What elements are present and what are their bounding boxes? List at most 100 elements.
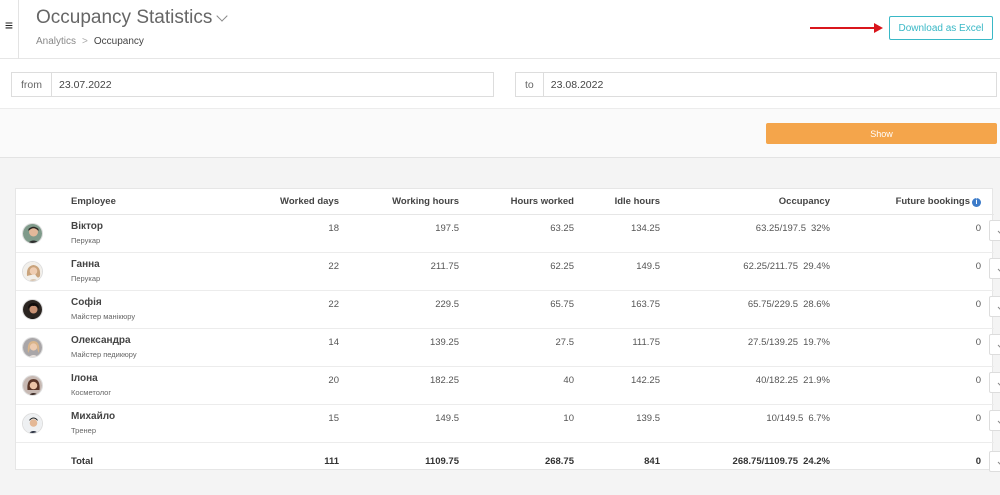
breadcrumb-occupancy: Occupancy bbox=[93, 36, 144, 47]
page-title: Occupancy Statistics bbox=[36, 7, 229, 29]
action-cell bbox=[989, 252, 1000, 291]
action-cell bbox=[989, 404, 1000, 443]
breadcrumb-analytics[interactable]: Analytics bbox=[36, 36, 76, 47]
worked-days-cell: 14 bbox=[183, 328, 347, 367]
occupancy-ratio: 65.75/229.5 bbox=[747, 298, 799, 310]
employee-cell: Михайло Тренер bbox=[63, 404, 183, 443]
working-hours-cell: 211.75 bbox=[347, 252, 467, 291]
working-hours-cell: 197.5 bbox=[347, 214, 467, 253]
expand-row-button[interactable] bbox=[989, 409, 1000, 431]
arrow-down-icon bbox=[997, 302, 1000, 310]
annotation-arrow-head-icon bbox=[874, 23, 883, 33]
annotation-arrow-line bbox=[810, 27, 876, 29]
info-icon[interactable]: i bbox=[972, 197, 981, 207]
table-row: Ілона Косметолог 20 182.25 40 142.25 40/1… bbox=[16, 366, 1000, 405]
working-hours-cell: 149.5 bbox=[347, 404, 467, 443]
employee-name[interactable]: Олександра bbox=[71, 335, 175, 346]
table-row: Софія Майстер манікюру 22 229.5 65.75 163… bbox=[16, 290, 1000, 329]
hours-worked-column-header[interactable]: Hours worked bbox=[467, 189, 582, 215]
occupancy-column-header[interactable]: Occupancy bbox=[668, 189, 838, 215]
to-date-input[interactable] bbox=[543, 73, 996, 96]
employee-column-header[interactable]: Employee bbox=[63, 189, 183, 215]
employee-cell: Софія Майстер манікюру bbox=[63, 290, 183, 329]
idle-hours-cell: 111.75 bbox=[582, 328, 668, 367]
employee-role: Тренер bbox=[71, 426, 96, 435]
to-date-field: to bbox=[515, 72, 997, 97]
action-cell bbox=[989, 366, 1000, 405]
occupancy-percent: 29.4% bbox=[803, 260, 830, 272]
employee-name[interactable]: Ганна bbox=[71, 259, 175, 270]
avatar bbox=[22, 260, 43, 282]
occupancy-cell: 10/149.5 6.7% bbox=[668, 404, 838, 443]
chevron-down-icon[interactable] bbox=[216, 10, 229, 22]
employee-role: Перукар bbox=[71, 236, 101, 245]
arrow-down-icon bbox=[997, 457, 1000, 465]
top-bar: ≡ Occupancy Statistics Analytics > Occupan… bbox=[0, 0, 1000, 59]
worked-days-cell: 20 bbox=[183, 366, 347, 405]
occupancy-ratio: 40/182.25 bbox=[755, 374, 799, 386]
breadcrumb-separator-icon: > bbox=[82, 36, 88, 47]
total-worked-days: 111 bbox=[324, 455, 339, 467]
to-label: to bbox=[516, 73, 544, 96]
hours-worked-cell: 10 bbox=[467, 404, 582, 443]
avatar-cell bbox=[16, 404, 63, 443]
working-hours-column-header[interactable]: Working hours bbox=[347, 189, 467, 215]
hamburger-menu-icon[interactable]: ≡ bbox=[0, 0, 19, 59]
expand-row-button[interactable] bbox=[989, 333, 1000, 355]
working-hours-cell: 182.25 bbox=[347, 366, 467, 405]
employee-name[interactable]: Віктор bbox=[71, 221, 175, 232]
occupancy-percent: 28.6% bbox=[803, 298, 830, 310]
table-row: Михайло Тренер 15 149.5 10 139.5 10/149.5… bbox=[16, 404, 1000, 443]
download-excel-button[interactable]: Download as Excel bbox=[889, 16, 993, 40]
expand-row-button[interactable] bbox=[989, 371, 1000, 393]
occupancy-cell: 63.25/197.5 32% bbox=[668, 214, 838, 253]
worked-days-cell: 18 bbox=[183, 214, 347, 253]
from-date-input[interactable] bbox=[52, 73, 493, 96]
future-bookings-column-header[interactable]: Future bookings i bbox=[838, 189, 989, 215]
worked-days-column-header[interactable]: Worked days bbox=[183, 189, 347, 215]
avatar bbox=[22, 298, 43, 320]
from-date-field: from bbox=[11, 72, 494, 97]
hours-worked-cell: 27.5 bbox=[467, 328, 582, 367]
action-cell bbox=[989, 442, 1000, 480]
total-working-hours: 1109.75 bbox=[425, 455, 459, 467]
total-idle-hours: 841 bbox=[644, 455, 660, 467]
employee-name[interactable]: Софія bbox=[71, 297, 175, 308]
occupancy-cell: 62.25/211.75 29.4% bbox=[668, 252, 838, 291]
table-row: Олександра Майстер педикюру 14 139.25 27.… bbox=[16, 328, 1000, 367]
total-future-bookings: 0 bbox=[975, 455, 981, 467]
worked-days-cell: 22 bbox=[183, 252, 347, 291]
hours-worked-cell: 40 bbox=[467, 366, 582, 405]
action-cell bbox=[989, 214, 1000, 253]
occupancy-cell: 27.5/139.25 19.7% bbox=[668, 328, 838, 367]
employee-name[interactable]: Михайло bbox=[71, 411, 175, 422]
worked-days-cell: 15 bbox=[183, 404, 347, 443]
action-cell bbox=[989, 328, 1000, 367]
total-label: Total bbox=[71, 455, 93, 467]
occupancy-ratio: 63.25/197.5 bbox=[755, 222, 806, 234]
future-bookings-cell: 0 bbox=[838, 252, 989, 291]
table-header-row: Employee Worked days Working hours Hours… bbox=[16, 189, 994, 215]
expand-total-button[interactable] bbox=[989, 450, 1000, 472]
arrow-down-icon bbox=[997, 340, 1000, 348]
expand-row-button[interactable] bbox=[989, 295, 1000, 317]
occupancy-percent: 21.9% bbox=[803, 374, 830, 386]
avatar-column-header bbox=[16, 189, 63, 215]
idle-hours-column-header[interactable]: Idle hours bbox=[582, 189, 668, 215]
future-bookings-cell: 0 bbox=[838, 404, 989, 443]
future-bookings-cell: 0 bbox=[838, 290, 989, 329]
employee-name[interactable]: Ілона bbox=[71, 373, 175, 384]
occupancy-table: Employee Worked days Working hours Hours… bbox=[16, 189, 1000, 480]
hours-worked-cell: 62.25 bbox=[467, 252, 582, 291]
show-button[interactable]: Show bbox=[766, 123, 997, 144]
expand-row-button[interactable] bbox=[989, 257, 1000, 279]
from-label: from bbox=[12, 73, 52, 96]
action-cell bbox=[989, 290, 1000, 329]
working-hours-cell: 229.5 bbox=[347, 290, 467, 329]
date-filter-bar: from to bbox=[0, 59, 1000, 109]
table-row: Ганна Перукар 22 211.75 62.25 149.5 62.25… bbox=[16, 252, 1000, 291]
expand-row-button[interactable] bbox=[989, 219, 1000, 241]
avatar-cell bbox=[16, 252, 63, 291]
avatar-cell bbox=[16, 328, 63, 367]
occupancy-percent: 24.2% bbox=[803, 455, 830, 467]
